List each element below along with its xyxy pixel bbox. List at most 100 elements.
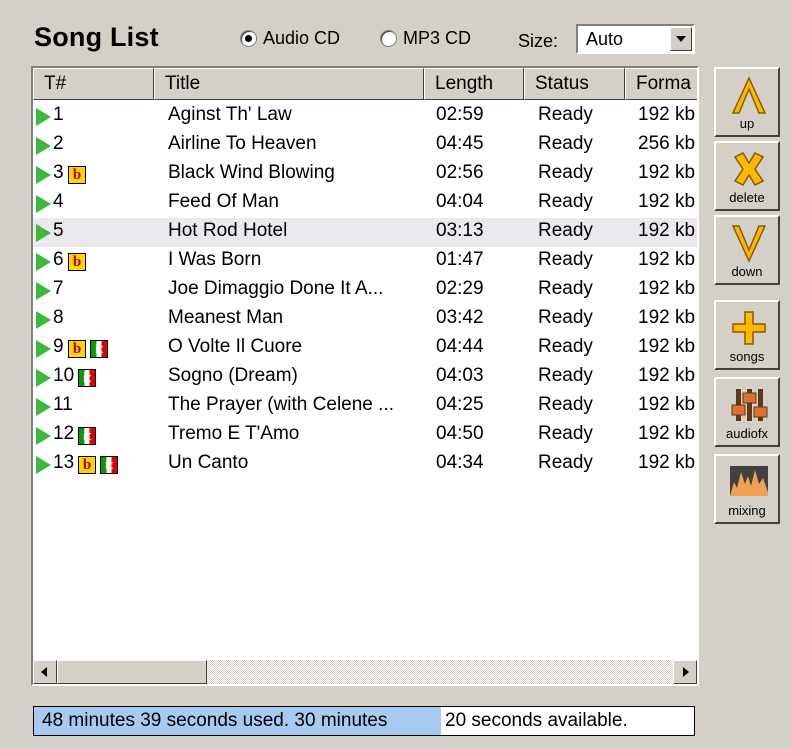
table-row[interactable]: 3 b Black Wind Blowing 02:56 Ready 192 kb	[33, 160, 697, 189]
table-row[interactable]: 2 Airline To Heaven 04:45 Ready 256 kb	[33, 131, 697, 160]
mixing-label: mixing	[728, 503, 766, 518]
radio-checked-icon	[240, 30, 257, 47]
b-badge-icon: b	[68, 166, 86, 184]
song-length: 02:29	[436, 278, 484, 299]
track-number: 6	[53, 249, 64, 270]
play-icon[interactable]	[36, 369, 51, 387]
song-title: Feed Of Man	[168, 191, 279, 212]
table-row[interactable]: 8 Meanest Man 03:42 Ready 192 kb	[33, 305, 697, 334]
table-row[interactable]: 6b I Was Born 01:47 Ready 192 kb	[33, 247, 697, 276]
table-header: T# Title Length Status Forma	[33, 68, 697, 100]
play-icon[interactable]	[36, 311, 51, 329]
song-format: 192 kb	[638, 278, 696, 299]
mixing-button[interactable]: mixing	[714, 454, 780, 524]
down-button[interactable]: down	[714, 215, 780, 285]
size-select-value: Auto	[586, 29, 624, 49]
songs-button[interactable]: songs	[714, 300, 780, 370]
song-status: Ready	[538, 278, 593, 299]
track-number: 13	[53, 452, 75, 473]
song-format: 192 kb	[638, 452, 696, 473]
song-status: Ready	[538, 423, 593, 444]
up-button[interactable]: up	[714, 67, 780, 137]
play-icon[interactable]	[36, 166, 51, 184]
track-number: 9	[53, 336, 64, 357]
scroll-left-icon[interactable]	[33, 660, 57, 684]
play-icon[interactable]	[36, 195, 51, 213]
table-row[interactable]: 13 b it Un Canto 04:34 Ready 192 kb	[33, 450, 697, 479]
play-icon[interactable]	[36, 224, 51, 242]
song-length: 01:47	[436, 249, 484, 270]
table-row[interactable]: 11 The Prayer (with Celene ... 04:25 Ready 1…	[33, 392, 697, 421]
song-title: Black Wind Blowing	[168, 162, 335, 183]
size-select[interactable]: Auto	[576, 24, 695, 54]
song-title: Joe Dimaggio Done It A...	[168, 278, 384, 299]
table-row[interactable]: 9 b it O Volte Il Cuore 04:44 Ready 192 kb	[33, 334, 697, 363]
song-title: Sogno (Dream)	[168, 365, 298, 386]
table-row[interactable]: 10 it Sogno (Dream) 04:03 Ready 192 kb	[33, 363, 697, 392]
song-status: Ready	[538, 220, 593, 241]
table-row[interactable]: 1 Aginst Th' Law 02:59 Ready 192 kb	[33, 102, 697, 131]
table-row[interactable]: 12 it Tremo E T'Amo 04:50 Ready 192 kb	[33, 421, 697, 450]
scrollbar-thumb[interactable]	[57, 660, 207, 684]
horizontal-scrollbar[interactable]	[33, 660, 697, 684]
equalizer-icon	[731, 389, 768, 421]
song-title: I Was Born	[168, 249, 262, 270]
song-length: 04:25	[436, 394, 484, 415]
column-header-format[interactable]: Forma	[625, 68, 697, 100]
b-badge-icon: b	[78, 456, 96, 474]
column-header-title[interactable]: Title	[154, 68, 424, 100]
track-number: 5	[53, 220, 64, 241]
scroll-right-icon[interactable]	[673, 660, 697, 684]
b-badge-icon: b	[68, 253, 86, 271]
track-number: 12	[53, 423, 75, 444]
song-format: 192 kb	[638, 104, 696, 125]
song-title: Un Canto	[168, 452, 249, 473]
song-format: 192 kb	[638, 307, 696, 328]
song-format: 192 kb	[638, 191, 696, 212]
delete-button[interactable]: delete	[714, 141, 780, 211]
track-number: 3	[53, 162, 64, 183]
mp3-cd-radio[interactable]: MP3 CD	[380, 28, 471, 49]
italian-flag-badge-icon: it	[78, 427, 96, 445]
table-row[interactable]: 5 Hot Rod Hotel 03:13 Ready 192 kb	[33, 218, 697, 247]
column-header-track[interactable]: T#	[33, 68, 154, 100]
song-length: 04:03	[436, 365, 484, 386]
play-icon[interactable]	[36, 398, 51, 416]
play-icon[interactable]	[36, 340, 51, 358]
song-format: 256 kb	[638, 133, 696, 154]
song-status: Ready	[538, 307, 593, 328]
italian-flag-badge-icon: it	[78, 369, 96, 387]
play-icon[interactable]	[36, 427, 51, 445]
b-badge-icon: b	[68, 340, 86, 358]
song-status: Ready	[538, 162, 593, 183]
song-status: Ready	[538, 452, 593, 473]
column-header-status[interactable]: Status	[524, 68, 625, 100]
song-title: Aginst Th' Law	[168, 104, 292, 125]
play-icon[interactable]	[36, 108, 51, 126]
audiofx-button[interactable]: audiofx	[714, 377, 780, 447]
audio-cd-radio[interactable]: Audio CD	[240, 28, 340, 49]
available-space-text: 20 seconds available.	[445, 710, 628, 731]
song-title: Airline To Heaven	[168, 133, 317, 154]
play-icon[interactable]	[36, 282, 51, 300]
song-status: Ready	[538, 104, 593, 125]
play-icon[interactable]	[36, 137, 51, 155]
play-icon[interactable]	[36, 456, 51, 474]
song-title: Hot Rod Hotel	[168, 220, 288, 241]
song-format: 192 kb	[638, 423, 696, 444]
play-icon[interactable]	[36, 253, 51, 271]
song-status: Ready	[538, 394, 593, 415]
song-length: 03:13	[436, 220, 484, 241]
down-label: down	[731, 264, 763, 279]
table-row[interactable]: 7 Joe Dimaggio Done It A... 02:29 Ready 192 …	[33, 276, 697, 305]
song-list-table[interactable]: T# Title Length Status Forma 1 Aginst Th'…	[31, 66, 699, 686]
arrow-up-icon	[731, 76, 767, 114]
used-space-text: 48 minutes 39 seconds used. 30 minutes	[42, 710, 388, 731]
track-number: 2	[53, 133, 64, 154]
chevron-down-icon[interactable]	[670, 27, 692, 51]
song-format: 192 kb	[638, 394, 696, 415]
table-row[interactable]: 4 Feed Of Man 04:04 Ready 192 kb	[33, 189, 697, 218]
column-header-length[interactable]: Length	[424, 68, 524, 100]
song-title: Tremo E T'Amo	[168, 423, 300, 444]
disc-space-status: 48 minutes 39 seconds used. 30 minutes 2…	[33, 706, 695, 736]
